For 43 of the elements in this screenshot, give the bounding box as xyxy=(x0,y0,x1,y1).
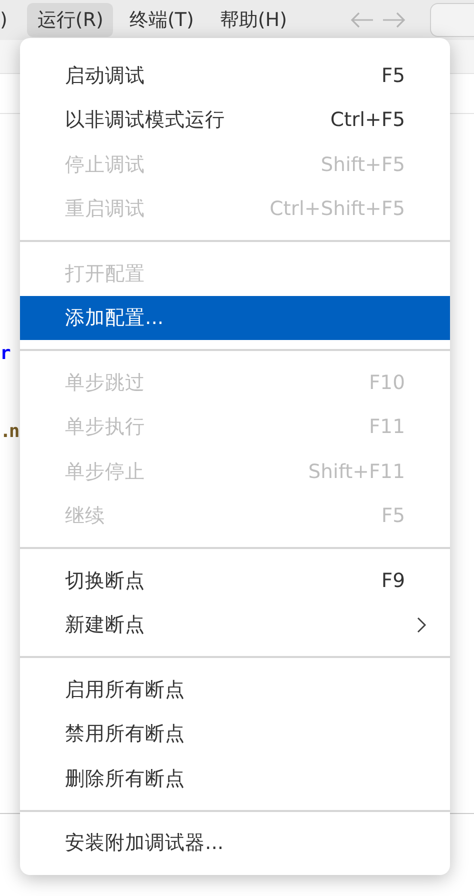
menu-bar-item[interactable]: ) xyxy=(0,3,18,37)
shortcut-text: Shift+F11 xyxy=(308,458,405,485)
menu-item-label: 单步跳过 xyxy=(65,370,145,396)
menu-item-label: 删除所有断点 xyxy=(65,766,185,792)
shortcut-text: Ctrl+F5 xyxy=(330,107,405,134)
menu-bar-item[interactable]: 终端(T) xyxy=(119,3,204,37)
shortcut-text: F11 xyxy=(368,414,405,440)
shortcut-text: Ctrl+Shift+F5 xyxy=(270,196,405,222)
menu-item-label: 新建断点 xyxy=(65,612,145,638)
menu-item-label: 启用所有断点 xyxy=(65,676,185,703)
forward-arrow-icon[interactable] xyxy=(381,10,408,30)
menu-bar-item[interactable]: 运行(R) xyxy=(27,3,114,37)
menu-item-label: 停止调试 xyxy=(65,152,145,178)
search-field[interactable] xyxy=(430,3,474,37)
menu-item[interactable]: 启动调试 F5 xyxy=(20,53,450,98)
code-text: r xyxy=(0,343,9,364)
shortcut-text: Shift+F5 xyxy=(320,152,405,178)
menu-item-label: 启动调试 xyxy=(65,62,145,89)
menu-item-label: 以非调试模式运行 xyxy=(65,107,225,134)
menu-item[interactable]: 安装附加调试器... xyxy=(20,820,450,865)
menu-item[interactable]: 启用所有断点 xyxy=(20,667,450,712)
shortcut-text: F5 xyxy=(381,503,405,530)
menu-item-label: 安装附加调试器... xyxy=(65,830,224,856)
menu-item-label: 切换断点 xyxy=(65,568,145,594)
back-arrow-icon[interactable] xyxy=(349,10,376,30)
shortcut-text: F10 xyxy=(368,370,405,396)
menu-item-label: 打开配置 xyxy=(65,260,145,287)
menu-item[interactable]: 删除所有断点 xyxy=(20,756,450,800)
menu-bar-item[interactable]: 帮助(H) xyxy=(210,3,298,37)
menu-item[interactable]: 添加配置... xyxy=(20,296,450,340)
shortcut-text: F9 xyxy=(381,568,405,594)
shortcut-text: F5 xyxy=(381,62,405,89)
menu-item[interactable]: 以非调试模式运行 Ctrl+F5 xyxy=(20,98,450,142)
menu-item-label: 继续 xyxy=(65,503,105,530)
menu-item-label: 单步停止 xyxy=(65,458,145,485)
menu-item-label: 重启调试 xyxy=(65,196,145,222)
menu-item-label: 单步执行 xyxy=(65,414,145,440)
code-text: .n xyxy=(0,421,18,442)
menu-item-label: 禁用所有断点 xyxy=(65,721,185,748)
menu-item[interactable]: 禁用所有断点 xyxy=(20,712,450,756)
menu-item[interactable]: 新建断点 xyxy=(20,602,450,647)
menu-item[interactable]: 切换断点 F9 xyxy=(20,558,450,602)
menu-item-label: 添加配置... xyxy=(65,305,164,332)
